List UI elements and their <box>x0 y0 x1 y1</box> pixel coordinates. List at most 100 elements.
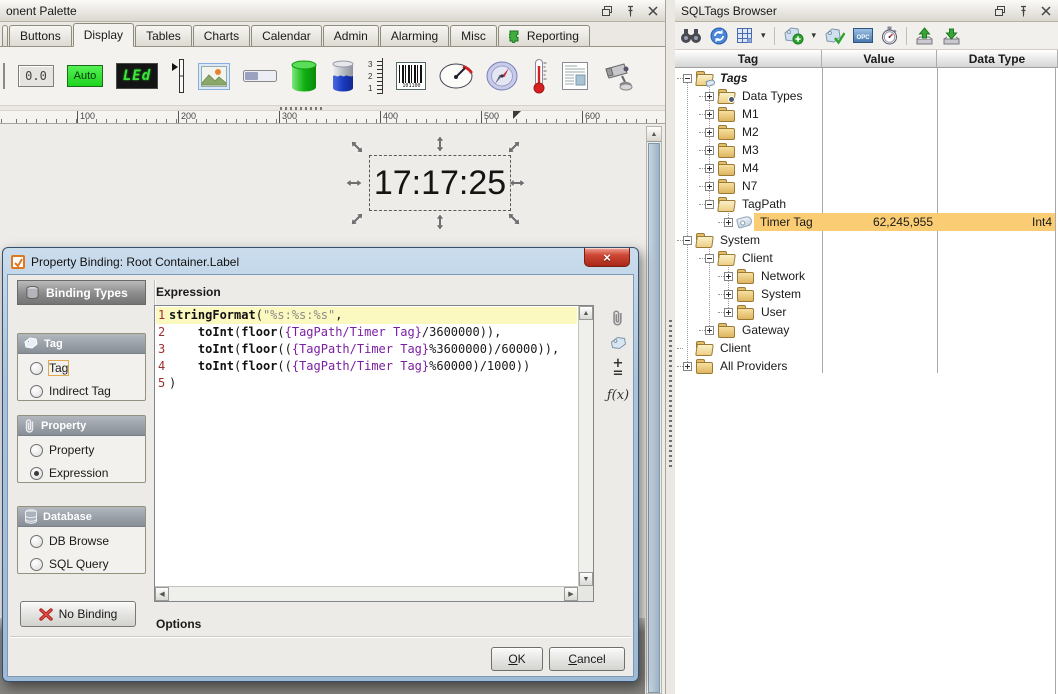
splitter-handle-icon[interactable] <box>280 107 324 110</box>
resize-handle-icon[interactable] <box>503 208 526 231</box>
opc-icon[interactable]: OPC <box>853 28 873 43</box>
tree-item-label[interactable]: Data Types <box>739 88 805 104</box>
column-header-value[interactable]: Value <box>822 50 937 67</box>
tree-item-label[interactable]: M1 <box>739 106 762 122</box>
tree-item-label[interactable]: M3 <box>739 142 762 158</box>
tree-item-label[interactable]: System <box>758 286 804 302</box>
tree-item-label[interactable]: M4 <box>739 160 762 176</box>
close-icon[interactable] <box>647 5 659 17</box>
resize-handle-icon[interactable] <box>432 214 448 230</box>
radio-icon[interactable] <box>30 467 43 480</box>
resize-handle-icon[interactable] <box>509 175 525 191</box>
export-tags-icon[interactable] <box>915 27 934 45</box>
expand-toggle-icon[interactable] <box>705 326 714 335</box>
column-header-tag[interactable]: Tag <box>675 50 822 67</box>
expand-toggle-icon[interactable] <box>683 74 692 83</box>
add-tag-icon[interactable] <box>783 26 804 45</box>
dropdown-icon[interactable]: ▾ <box>761 30 766 41</box>
scroll-right-icon[interactable]: ▶ <box>564 587 578 601</box>
ip-camera-component[interactable] <box>602 61 638 91</box>
radio-icon[interactable] <box>30 535 43 548</box>
numeric-label-component[interactable]: 0.0 <box>18 65 54 87</box>
tab-alarming[interactable]: Alarming <box>380 25 449 46</box>
barcode-component[interactable]: 101100 <box>396 62 426 90</box>
scroll-up-icon[interactable]: ▲ <box>579 306 593 320</box>
refresh-icon[interactable] <box>710 27 728 45</box>
expand-toggle-icon[interactable] <box>705 254 714 263</box>
cancel-button[interactable]: Cancel <box>549 647 625 671</box>
expand-toggle-icon[interactable] <box>705 110 714 119</box>
property-reference-icon[interactable] <box>611 309 625 327</box>
tree-item-label[interactable]: Client <box>739 250 776 266</box>
scroll-down-icon[interactable]: ▼ <box>579 572 593 586</box>
tree-item-label[interactable]: N7 <box>739 178 760 194</box>
tag-reference-icon[interactable] <box>610 336 627 350</box>
binding-option-indirect-tag[interactable]: Indirect Tag <box>18 377 145 400</box>
tree-item-label[interactable]: TagPath <box>739 196 789 212</box>
resize-handle-icon[interactable] <box>346 175 362 191</box>
tab-calendar[interactable]: Calendar <box>251 25 322 46</box>
binding-option-property[interactable]: Property <box>18 436 145 459</box>
edit-grid-icon[interactable] <box>736 27 753 44</box>
expand-toggle-icon[interactable] <box>683 362 692 371</box>
expand-toggle-icon[interactable] <box>705 128 714 137</box>
tab-buttons[interactable]: Buttons <box>9 25 72 46</box>
tab-tables[interactable]: Tables <box>135 25 192 46</box>
binding-option-tag[interactable]: Tag <box>18 354 145 377</box>
tab-charts[interactable]: Charts <box>193 25 250 46</box>
document-viewer-component[interactable] <box>561 61 589 91</box>
expand-toggle-icon[interactable] <box>705 146 714 155</box>
meter-component[interactable] <box>439 63 473 89</box>
radio-icon[interactable] <box>30 385 43 398</box>
pin-icon[interactable] <box>624 5 636 17</box>
expand-toggle-icon[interactable] <box>724 308 733 317</box>
verify-tag-icon[interactable] <box>824 27 845 45</box>
scan-class-icon[interactable] <box>881 26 898 45</box>
code-line[interactable]: 3 toInt(floor(({TagPath/Timer Tag}%36000… <box>156 341 577 358</box>
expand-toggle-icon[interactable] <box>705 182 714 191</box>
splitter-dots-icon[interactable] <box>669 320 672 470</box>
expand-toggle-icon[interactable] <box>705 200 714 209</box>
operators-icon[interactable]: += <box>613 359 624 379</box>
dropdown-icon[interactable]: ▾ <box>812 30 817 41</box>
selected-label-component[interactable]: 17:17:25 <box>369 156 511 210</box>
scroll-up-icon[interactable]: ▲ <box>647 127 661 142</box>
restore-icon[interactable] <box>994 5 1006 17</box>
resize-handle-icon[interactable] <box>432 136 448 152</box>
multi-state-indicator-component[interactable]: Auto <box>67 65 103 87</box>
linear-scale-component[interactable]: 321 <box>368 58 383 94</box>
code-line[interactable]: 2 toInt(floor({TagPath/Timer Tag}/360000… <box>156 324 577 341</box>
dialog-close-button[interactable]: × <box>584 248 630 267</box>
radio-icon[interactable] <box>30 444 43 457</box>
functions-icon[interactable]: ƒ(x) <box>607 388 629 403</box>
radio-icon[interactable] <box>30 558 43 571</box>
radio-icon[interactable] <box>30 362 43 375</box>
import-tags-icon[interactable] <box>942 27 961 45</box>
code-line[interactable]: 1stringFormat("%s:%s:%s", <box>156 307 577 324</box>
tree-item-label[interactable]: Timer Tag <box>757 214 816 230</box>
tree-item-label[interactable]: All Providers <box>717 358 790 374</box>
tree-item-label[interactable]: User <box>758 304 789 320</box>
scrollbar-thumb[interactable] <box>648 143 660 693</box>
expand-toggle-icon[interactable] <box>724 272 733 281</box>
restore-icon[interactable] <box>601 5 613 17</box>
code-line[interactable]: 4 toInt(floor(({TagPath/Timer Tag}%60000… <box>156 358 577 375</box>
tree-item-label[interactable]: System <box>717 232 763 248</box>
tree-item-label[interactable]: Client <box>717 340 754 356</box>
tree-item-label[interactable]: Tags <box>717 70 751 86</box>
close-icon[interactable] <box>1040 5 1052 17</box>
expand-toggle-icon[interactable] <box>705 164 714 173</box>
moving-analog-indicator-component[interactable] <box>171 58 185 94</box>
expand-toggle-icon[interactable] <box>724 218 733 227</box>
expand-toggle-icon[interactable] <box>705 92 714 101</box>
panel-splitter[interactable] <box>667 0 675 694</box>
tab-reporting[interactable]: Reporting <box>498 25 590 46</box>
binding-option-sql-query[interactable]: SQL Query <box>18 550 145 573</box>
tab-partial[interactable] <box>2 25 8 46</box>
editor-horizontal-scrollbar[interactable]: ◀ ▶ <box>155 586 578 601</box>
column-header-data-type[interactable]: Data Type <box>937 50 1058 67</box>
tree-item-label[interactable]: M2 <box>739 124 762 140</box>
expand-toggle-icon[interactable] <box>724 290 733 299</box>
thermometer-component[interactable] <box>531 58 548 94</box>
pin-icon[interactable] <box>1017 5 1029 17</box>
